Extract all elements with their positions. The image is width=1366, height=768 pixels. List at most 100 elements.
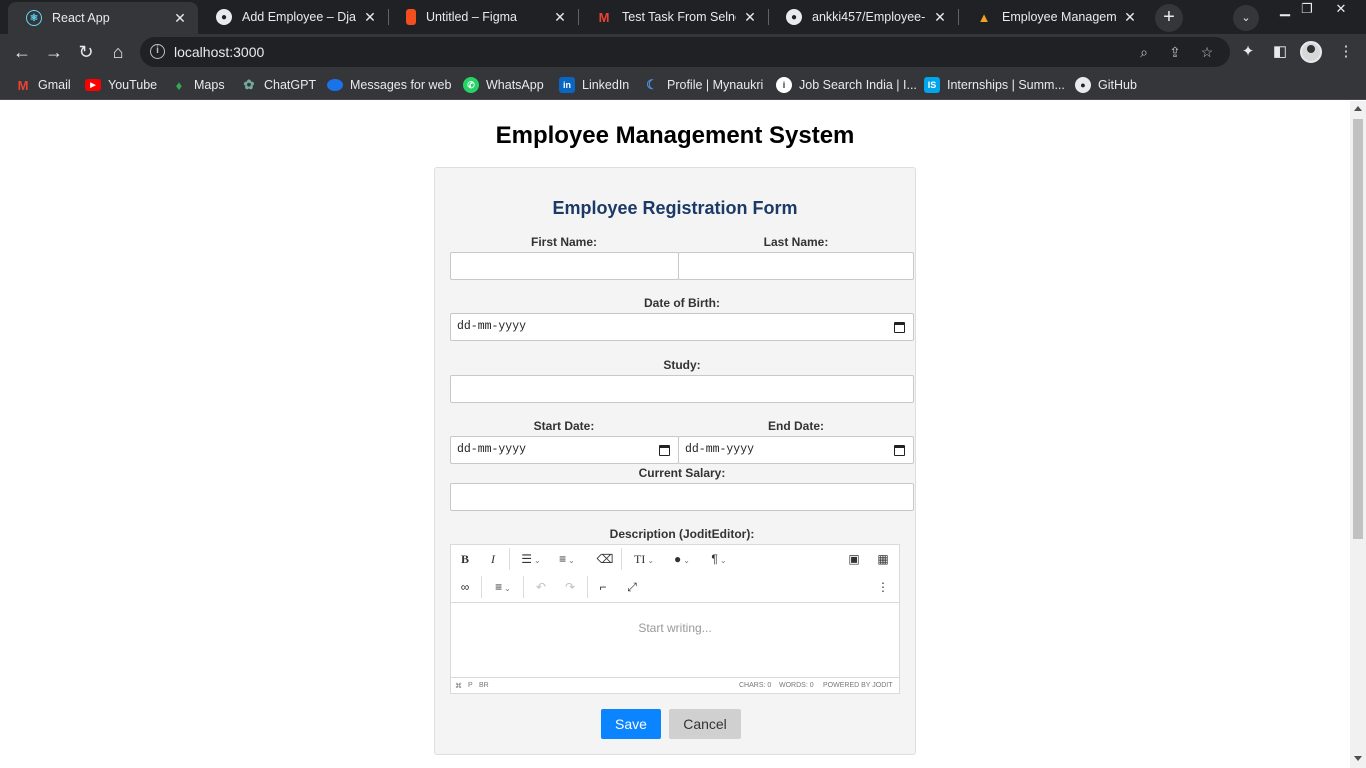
start-date-input[interactable]: dd-mm-yyyy <box>450 436 679 464</box>
bookmark-naukri[interactable]: ☾ Profile | Mynaukri <box>644 76 763 94</box>
gmail-icon: M <box>598 9 610 25</box>
fullscreen-icon[interactable]: ⤢ <box>620 576 644 598</box>
bookmark-maps[interactable]: ♦ Maps <box>171 76 225 94</box>
site-info-icon[interactable]: i <box>150 44 165 59</box>
chars-count: CHARS: 0 <box>739 682 772 689</box>
back-icon[interactable]: ← <box>8 38 36 66</box>
close-icon[interactable]: ✕ <box>172 10 188 26</box>
status-path-p[interactable]: P <box>468 682 473 689</box>
link-icon[interactable]: ∞ <box>453 576 477 598</box>
bookmark-gmail[interactable]: M Gmail <box>15 76 71 94</box>
tab-test-task[interactable]: M Test Task From Selnox In ✕ <box>578 0 768 34</box>
tab-add-employee[interactable]: ● Add Employee – Django ✕ <box>198 0 388 34</box>
bookmark-job-search[interactable]: i Job Search India | I... <box>776 76 917 94</box>
avatar[interactable] <box>1300 41 1322 63</box>
bookmark-youtube[interactable]: ▶ YouTube <box>85 76 157 94</box>
close-icon[interactable]: ✕ <box>742 9 758 25</box>
menu-icon[interactable]: ⋮ <box>1336 42 1356 62</box>
tab-search-icon[interactable]: ⌄ <box>1233 5 1259 31</box>
bookmark-linkedin[interactable]: in LinkedIn <box>559 76 629 94</box>
close-icon[interactable]: ✕ <box>932 9 948 25</box>
youtube-icon: ▶ <box>85 79 101 91</box>
status-path-br[interactable]: BR <box>479 682 489 689</box>
browser-toolbar: ← → ↻ ⌂ i localhost:3000 ⌕ ⇪ ☆ ✦ ◧ ⋮ <box>0 34 1366 70</box>
address-bar[interactable]: i localhost:3000 ⌕ ⇪ ☆ <box>140 37 1230 67</box>
page-scrollbar[interactable] <box>1350 101 1366 768</box>
font-size-icon[interactable]: TI ⌄ <box>627 548 661 570</box>
bookmark-chatgpt[interactable]: ✿ ChatGPT <box>241 76 317 94</box>
numbered-list-icon[interactable]: ≡ ⌄ <box>551 548 583 570</box>
salary-input[interactable] <box>450 483 914 511</box>
calendar-icon[interactable] <box>894 322 905 333</box>
forward-icon[interactable]: → <box>40 38 68 66</box>
github-icon: ● <box>1075 77 1091 93</box>
first-name-label: First Name: <box>530 235 598 249</box>
side-panel-icon[interactable]: ◧ <box>1270 42 1290 62</box>
chatgpt-icon: ✿ <box>243 77 255 92</box>
salary-label: Current Salary: <box>638 466 726 480</box>
close-icon[interactable]: ✕ <box>1122 9 1138 25</box>
cancel-button[interactable]: Cancel <box>669 709 741 739</box>
editor-placeholder: Start writing... <box>638 621 712 635</box>
table-icon[interactable]: ▦ <box>871 548 895 570</box>
fire-icon: ▲ <box>977 9 991 25</box>
zoom-icon[interactable]: ⌕ <box>1134 42 1154 62</box>
first-name-input[interactable] <box>450 252 679 280</box>
close-icon[interactable]: ✕ <box>552 9 568 25</box>
scroll-up-icon[interactable] <box>1354 106 1362 111</box>
bookmark-internshala[interactable]: IS Internships | Summ... <box>924 76 1065 94</box>
italic-icon[interactable]: I <box>481 548 505 570</box>
eraser-icon[interactable]: ⌫ <box>593 548 617 570</box>
tab-figma[interactable]: Untitled – Figma ✕ <box>388 0 578 34</box>
paragraph-icon[interactable]: ¶ ⌄ <box>703 548 735 570</box>
end-date-input[interactable]: dd-mm-yyyy <box>678 436 914 464</box>
resize-handle-icon[interactable]: ⌘ <box>455 682 462 690</box>
extensions-icon[interactable]: ✦ <box>1238 42 1258 62</box>
tab-employee-management[interactable]: ▲ Employee Management ✕ <box>958 0 1148 34</box>
description-label: Description (JoditEditor): <box>609 527 755 541</box>
messages-icon <box>327 79 343 91</box>
tab-react-app[interactable]: ⚛ React App ✕ <box>8 2 198 34</box>
powered-by-jodit[interactable]: POWERED BY JODIT <box>823 682 893 689</box>
format-painter-icon[interactable]: ⌐ <box>591 576 615 598</box>
end-date-placeholder: dd-mm-yyyy <box>685 443 755 456</box>
bookmark-github[interactable]: ● GitHub <box>1075 76 1137 94</box>
restore-icon[interactable]: ❐ <box>1290 0 1324 20</box>
redo-icon[interactable]: ↷ <box>558 576 582 598</box>
info-icon: i <box>776 77 792 93</box>
scrollbar-thumb[interactable] <box>1353 119 1363 539</box>
bullet-list-icon[interactable]: ☰ ⌄ <box>515 548 547 570</box>
home-icon[interactable]: ⌂ <box>104 38 132 66</box>
calendar-icon[interactable] <box>894 445 905 456</box>
close-icon[interactable]: ✕ <box>362 9 378 25</box>
align-icon[interactable]: ≡ ⌄ <box>487 576 519 598</box>
save-button[interactable]: Save <box>601 709 661 739</box>
editor-content-area[interactable]: Start writing... <box>451 603 899 678</box>
bookmark-star-icon[interactable]: ☆ <box>1197 42 1217 62</box>
calendar-icon[interactable] <box>659 445 670 456</box>
image-icon[interactable]: ▣ <box>842 548 866 570</box>
more-options-icon[interactable]: ⋮ <box>871 576 895 598</box>
page-viewport: Employee Management System Employee Regi… <box>0 101 1350 768</box>
maps-icon: ♦ <box>175 77 183 93</box>
github-icon: ● <box>786 9 802 25</box>
color-icon[interactable]: ● ⌄ <box>667 548 697 570</box>
new-tab-button[interactable]: + <box>1155 4 1183 32</box>
url-text[interactable]: localhost:3000 <box>174 44 264 60</box>
bold-icon[interactable]: B <box>453 548 477 570</box>
start-date-label: Start Date: <box>533 419 595 433</box>
tab-github-repo[interactable]: ● ankki457/Employee-Ma ✕ <box>768 0 958 34</box>
undo-icon[interactable]: ↶ <box>529 576 553 598</box>
dob-input[interactable]: dd-mm-yyyy <box>450 313 914 341</box>
study-input[interactable] <box>450 375 914 403</box>
last-name-input[interactable] <box>678 252 914 280</box>
window-close-icon[interactable]: ✕ <box>1324 0 1358 20</box>
tab-strip: ⚛ React App ✕ ● Add Employee – Django ✕ … <box>0 0 1366 34</box>
reload-icon[interactable]: ↻ <box>72 38 100 66</box>
page-title: Employee Management System <box>495 122 855 149</box>
scroll-down-icon[interactable] <box>1354 756 1362 761</box>
registration-form: Employee Registration Form First Name: L… <box>434 167 916 755</box>
share-icon[interactable]: ⇪ <box>1165 42 1185 62</box>
bookmark-whatsapp[interactable]: ✆ WhatsApp <box>463 76 544 94</box>
bookmark-messages[interactable]: Messages for web <box>327 76 451 94</box>
